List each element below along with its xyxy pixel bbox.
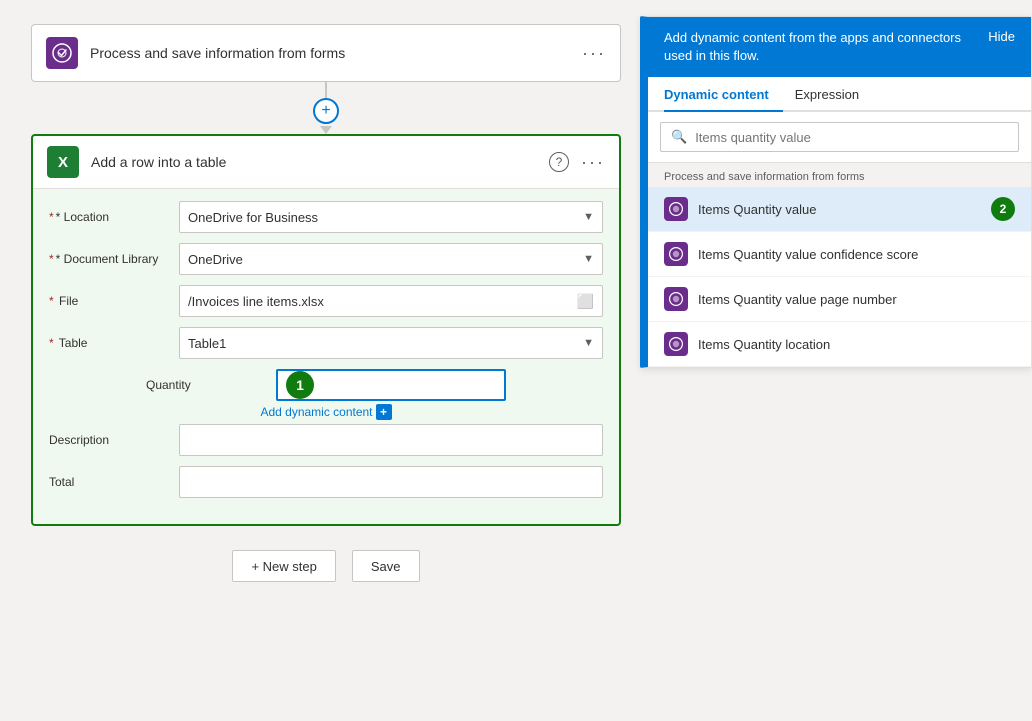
dynamic-item-label-1: Items Quantity value confidence score xyxy=(698,247,1015,262)
action-card: X Add a row into a table ? ··· ** Locati… xyxy=(31,134,621,526)
description-row: Description xyxy=(49,424,603,456)
card-actions: ? ··· xyxy=(549,152,605,173)
trigger-icon xyxy=(46,37,78,69)
trigger-title: Process and save information from forms xyxy=(90,45,582,61)
dynamic-item-3[interactable]: Items Quantity location xyxy=(648,322,1031,367)
connector-arrow xyxy=(320,126,332,134)
section-label: Process and save information from forms xyxy=(648,163,1031,187)
add-dynamic-plus-icon: + xyxy=(376,404,392,420)
new-step-button[interactable]: + New step xyxy=(232,550,335,582)
add-dynamic-row: Add dynamic content + xyxy=(260,404,391,420)
badge-2: 2 xyxy=(991,197,1015,221)
panel-tabs: Dynamic content Expression xyxy=(648,77,1031,112)
quantity-label: Quantity xyxy=(146,378,276,392)
trigger-menu[interactable]: ··· xyxy=(582,43,606,64)
description-input[interactable] xyxy=(179,424,603,456)
total-label: Total xyxy=(49,475,179,489)
action-card-title: Add a row into a table xyxy=(91,154,549,170)
search-input[interactable] xyxy=(695,130,1008,145)
quantity-input-row: Quantity 1 xyxy=(146,369,506,401)
quantity-row: Quantity 1 Add dynamic content xyxy=(49,369,603,420)
doc-library-value: OneDrive xyxy=(188,252,243,267)
location-dropdown[interactable]: OneDrive for Business ▼ xyxy=(179,201,603,233)
add-dynamic-label: Add dynamic content xyxy=(260,405,372,419)
location-arrow: ▼ xyxy=(583,211,594,223)
table-arrow: ▼ xyxy=(583,337,594,349)
doc-library-dropdown[interactable]: OneDrive ▼ xyxy=(179,243,603,275)
dynamic-item-icon-1 xyxy=(664,242,688,266)
connector-line xyxy=(325,82,327,98)
dynamic-item-label-2: Items Quantity value page number xyxy=(698,292,1015,307)
doc-library-arrow: ▼ xyxy=(583,253,594,265)
bottom-buttons: + New step Save xyxy=(232,550,419,582)
dynamic-item-0[interactable]: Items Quantity value 2 xyxy=(648,187,1031,232)
step-connector: + xyxy=(313,82,339,134)
total-input[interactable] xyxy=(179,466,603,498)
table-dropdown[interactable]: Table1 ▼ xyxy=(179,327,603,359)
save-button[interactable]: Save xyxy=(352,550,420,582)
table-row: * Table Table1 ▼ xyxy=(49,327,603,359)
dynamic-content-panel: Add dynamic content from the apps and co… xyxy=(640,16,1032,368)
file-browse-icon: ⬜ xyxy=(577,293,594,310)
tab-dynamic-content[interactable]: Dynamic content xyxy=(664,77,783,112)
add-dynamic-content-link[interactable]: Add dynamic content + xyxy=(260,404,391,420)
panel-header: Add dynamic content from the apps and co… xyxy=(648,17,1031,77)
dynamic-item-label-3: Items Quantity location xyxy=(698,337,1015,352)
action-menu[interactable]: ··· xyxy=(581,152,605,173)
file-label: * File xyxy=(49,294,179,308)
dynamic-item-icon-2 xyxy=(664,287,688,311)
excel-icon: X xyxy=(47,146,79,178)
file-input[interactable]: /Invoices line items.xlsx ⬜ xyxy=(179,285,603,317)
excel-x-label: X xyxy=(58,154,68,171)
total-row: Total xyxy=(49,466,603,498)
document-library-row: ** Document Library OneDrive ▼ xyxy=(49,243,603,275)
dynamic-item-2[interactable]: Items Quantity value page number xyxy=(648,277,1031,322)
trigger-card: Process and save information from forms … xyxy=(31,24,621,82)
file-row: * File /Invoices line items.xlsx ⬜ xyxy=(49,285,603,317)
action-card-body: ** Location OneDrive for Business ▼ ** D… xyxy=(33,189,619,524)
location-row: ** Location OneDrive for Business ▼ xyxy=(49,201,603,233)
panel-search: 🔍 xyxy=(648,112,1031,163)
dynamic-item-icon-3 xyxy=(664,332,688,356)
doc-library-label: ** Document Library xyxy=(49,252,179,266)
location-value: OneDrive for Business xyxy=(188,210,318,225)
search-icon: 🔍 xyxy=(671,129,687,145)
dynamic-item-1[interactable]: Items Quantity value confidence score xyxy=(648,232,1031,277)
panel-header-text: Add dynamic content from the apps and co… xyxy=(664,29,964,65)
add-step-button[interactable]: + xyxy=(313,98,339,124)
quantity-input[interactable] xyxy=(320,378,496,393)
hide-panel-button[interactable]: Hide xyxy=(988,29,1015,44)
description-label: Description xyxy=(49,433,179,447)
location-label: ** Location xyxy=(49,210,179,224)
action-card-header: X Add a row into a table ? ··· xyxy=(33,136,619,189)
tab-expression[interactable]: Expression xyxy=(795,77,873,112)
step-badge-1: 1 xyxy=(286,371,314,399)
table-label: * Table xyxy=(49,336,179,350)
table-value: Table1 xyxy=(188,336,226,351)
search-box: 🔍 xyxy=(660,122,1019,152)
dynamic-item-icon-0 xyxy=(664,197,688,221)
quantity-input-container: 1 xyxy=(276,369,506,401)
dynamic-item-label-0: Items Quantity value xyxy=(698,202,981,217)
help-icon[interactable]: ? xyxy=(549,152,569,172)
file-value: /Invoices line items.xlsx xyxy=(188,294,324,309)
